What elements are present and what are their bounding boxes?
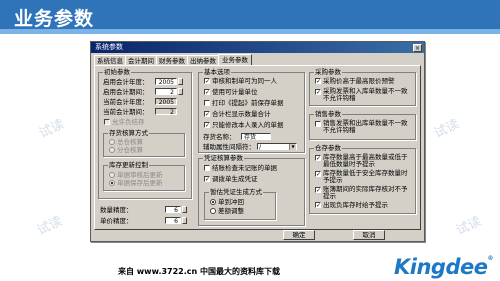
start-period-field[interactable]: 2 [155,88,177,96]
slide-title: 业务参数 [14,8,95,30]
transfer-voucher-checkbox[interactable]: ✓ [204,176,210,183]
sales-qty-match-label: 销售发票和出库单数量不一致不允许钩稽 [323,119,408,134]
costing-total-label: 总仓核算 [117,138,143,146]
price-limit-label: 采购价高于最高限价预警 [323,77,395,85]
reverse-on-arrival-label: 单到冲回 [218,198,244,206]
watermark: 试读 [34,214,65,239]
measure-unit-label: 使用可计量单位 [212,88,258,96]
same-auditor-checkbox[interactable]: ✓ [204,78,210,85]
group-label: 暂估凭证生成方式 [209,188,263,196]
start-year-label: 启用会计年度： [103,78,149,86]
close-icon[interactable]: × [413,44,422,52]
aux-attr-label: 辅助属性间隔符： [203,143,255,151]
purchase-params-group: 采购参数 ✓ 采购价高于最高限价预警 ✓ 采购发票和入库单数量不一致不允许钩稽 [309,68,416,106]
update-after-save-label: 单据保存后更新 [117,179,163,187]
allow-negative-checkbox [104,119,110,125]
own-docs-only-checkbox[interactable]: ✓ [204,122,210,129]
basic-options-group: 基本选项 ✓ 审核和制单可为同一人 ✓ 使用可计量单位 打印《提起》前保存单据 … [198,68,305,153]
group-label: 存货核算方式 [108,129,149,137]
current-year-field: 2005 [155,98,177,106]
reverse-on-arrival-radio[interactable] [210,199,216,205]
logo-text: Kingdee [394,255,488,279]
watermark: 试读 [453,214,484,239]
print-before-save-checkbox[interactable] [204,100,210,106]
watermark: 试读 [431,117,462,142]
start-year-field[interactable]: 2005 [155,78,177,86]
purchase-qty-match-checkbox[interactable]: ✓ [315,89,321,96]
header-band [0,29,500,34]
measure-unit-checkbox[interactable]: ✓ [204,89,210,96]
group-label: 凭证核算参数 [203,154,244,162]
warehouse-params-group: 仓存参数 ✓ 库存数量高于最高数量或低于最低数量时予提示 ✓ 库存数量低于安全库… [309,144,416,214]
cancel-button[interactable]: 取消 [353,230,385,240]
transfer-voucher-label: 调拨单生成凭证 [212,175,258,183]
store-name-label: 存货名称： [203,133,236,141]
current-year-label: 当前会计年度： [103,98,149,106]
period-stock-check-label: 账簿期间的实际库存核对不予提示 [323,185,408,200]
negative-stock-checkbox[interactable]: ✓ [315,202,321,209]
safety-stock-label: 库存数量低于安全库存数量时予提示 [323,169,408,184]
negative-stock-label: 出现负库存时给予提示 [323,201,388,209]
group-label: 仓存参数 [314,144,342,152]
print-before-save-label: 打印《提起》前保存单据 [212,99,284,107]
update-after-audit-label: 单据审核后更新 [117,171,163,179]
business-params-panel: 初始参数 启用会计年度： 2005 启用会计期间： 2 当前会计年度： 2005… [94,65,421,230]
kingdee-logo: Kingdee® [394,255,493,279]
voucher-params-group: 凭证核算参数 结账检查未记账的单据 ✓ 调拨单生成凭证 暂估凭证生成方式 单到冲… [198,154,305,226]
group-label: 初始参数 [103,68,131,76]
initial-params-group: 初始参数 启用会计年度： 2005 启用会计期间： 2 当前会计年度： 2005… [98,68,192,199]
system-parameters-dialog: 系统参数 × 系统信息 会计期间 财务参数 出纳参数 业务参数 初始参数 启用会… [90,41,425,242]
inventory-update-group: 库存更新控制 单据审核后更新 单据保存后更新 [103,161,185,191]
show-qty-total-label: 合计栏显示数量合计 [212,110,271,118]
aux-attr-select[interactable]: / ▼ [257,143,297,151]
max-min-qty-checkbox[interactable]: ✓ [315,155,321,162]
qty-decimal-label: 数量精度： [100,206,133,214]
group-label: 库存更新控制 [108,161,149,169]
same-auditor-label: 审核和制单可为同一人 [212,77,277,85]
current-period-label: 当前会计期间： [103,108,149,116]
group-label: 销售参数 [314,110,342,118]
own-docs-only-label: 只能修改本人录入的单据 [212,121,284,129]
diff-adjust-radio[interactable] [210,208,216,214]
dialog-titlebar: 系统参数 × [91,42,424,53]
diff-adjust-label: 差额调整 [218,207,244,215]
estimate-voucher-group: 暂估凭证生成方式 单到冲回 差额调整 [204,188,276,220]
group-label: 采购参数 [314,68,342,76]
costing-branch-radio [109,147,115,153]
chevron-down-icon[interactable]: ▼ [289,144,296,150]
max-min-qty-label: 库存数量高于最高数量或低于最低数量时予提示 [323,153,408,168]
store-name-field[interactable]: 存货 [241,133,271,141]
check-unposted-label: 结账检查未记账的单据 [212,164,277,172]
costing-method-group: 存货核算方式 总仓核算 分仓核算 [103,129,185,157]
price-decimal-label: 单价精度： [100,217,133,225]
update-after-audit-radio [109,172,115,178]
qty-decimal-spinner[interactable] [182,206,187,213]
start-period-spinner[interactable] [178,88,183,95]
current-period-field: 2 [155,108,177,116]
slide-header: 业务参数 [0,0,500,34]
purchase-qty-match-label: 采购发票和入库单数量不一致不允许钩稽 [323,87,408,102]
aux-attr-value: / [259,144,262,151]
watermark: 试读 [36,117,67,142]
show-qty-total-checkbox[interactable]: ✓ [204,111,210,118]
safety-stock-checkbox[interactable]: ✓ [315,171,321,178]
costing-total-radio [109,139,115,145]
ok-button[interactable]: 确定 [283,230,315,240]
price-decimal-field[interactable]: 6 [165,217,181,225]
price-decimal-spinner[interactable] [182,217,187,224]
sales-params-group: 销售参数 销售发票和出库单数量不一致不允许钩稽 [309,110,416,140]
period-stock-check-checkbox[interactable]: ✓ [315,187,321,194]
start-year-spinner[interactable] [178,78,183,85]
allow-negative-label: 允许负结存 [112,118,145,126]
start-period-label: 启用会计期间： [103,88,149,96]
check-unposted-checkbox[interactable] [204,165,210,171]
price-limit-checkbox[interactable]: ✓ [315,78,321,85]
update-after-save-radio [109,180,115,186]
group-label: 基本选项 [203,68,231,76]
footer-text: 来自 www.3722.cn 中国最大的资料库下载 [118,267,281,276]
sales-qty-match-checkbox[interactable] [315,121,321,127]
costing-branch-label: 分仓核算 [117,146,143,154]
qty-decimal-field[interactable]: 6 [165,206,181,214]
dialog-title: 系统参数 [95,43,123,51]
